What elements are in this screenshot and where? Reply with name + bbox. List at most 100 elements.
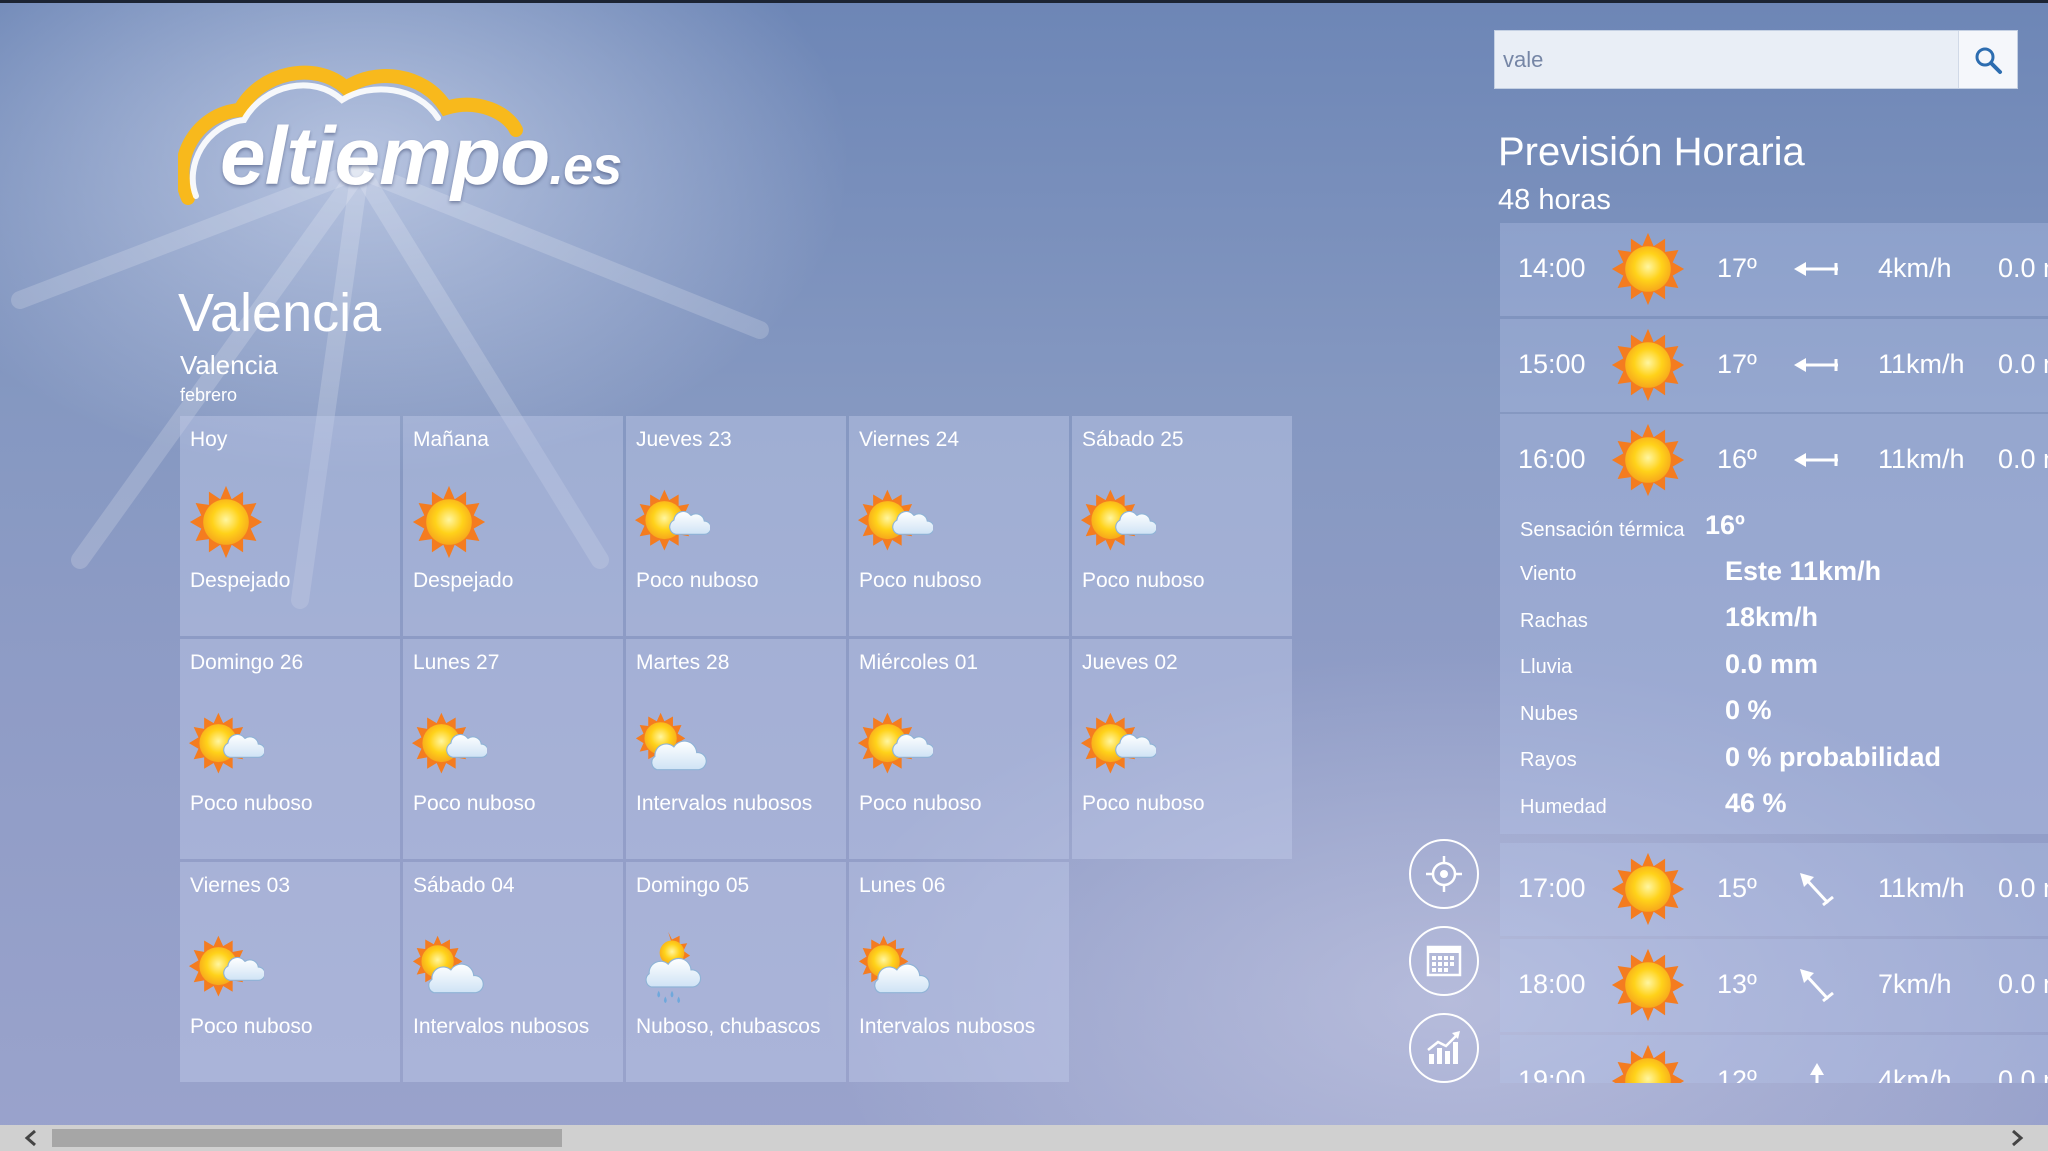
chart-button[interactable]: [1409, 1013, 1479, 1083]
forecast-tile[interactable]: Domingo 05 Nuboso, chubascos: [626, 862, 846, 1082]
hour-rain: 0.0 m: [1998, 253, 2048, 283]
arrow-left-icon: [1794, 262, 1838, 276]
forecast-desc: Despejado: [413, 569, 514, 592]
forecast-day: Sábado 25: [1082, 428, 1184, 451]
forecast-tile[interactable]: Miércoles 01 Poco nuboso: [849, 639, 1069, 859]
hour-wind: 7km/h: [1878, 969, 1952, 999]
forecast-tile[interactable]: Viernes 03 Poco nuboso: [180, 862, 400, 1082]
hourly-row[interactable]: 19:00 12º 4km/h 0.0 m: [1500, 1035, 2048, 1083]
detail-rayos-value: 0 % probabilidad: [1725, 742, 1942, 772]
scroll-right-button[interactable]: [2004, 1125, 2030, 1151]
forecast-day: Mañana: [413, 428, 489, 451]
hour-rain: 0.0 m: [1998, 444, 2048, 474]
detail-lluvia-value: 0.0 mm: [1725, 649, 1819, 679]
calendar-button[interactable]: [1409, 926, 1479, 996]
chart-icon: [1427, 1031, 1460, 1064]
forecast-tile[interactable]: Jueves 23 Poco nuboso: [626, 416, 846, 636]
chevron-left-icon: [24, 1129, 36, 1147]
sun-cloud-icon: [188, 930, 264, 1006]
forecast-tile[interactable]: Martes 28 Intervalos nubosos: [626, 639, 846, 859]
hour-rain: 0.0 m: [1998, 969, 2048, 999]
locate-button[interactable]: [1409, 839, 1479, 909]
hour-wind: 4km/h: [1878, 1065, 1952, 1083]
hourly-title: Previsión Horaria: [1498, 130, 1805, 174]
arrow-left-icon: [1794, 453, 1838, 467]
hour-rain: 0.0 m: [1998, 1065, 2048, 1083]
search-input[interactable]: [1495, 31, 1955, 88]
hourly-row[interactable]: 18:00 13º 7km/h 0.0 m: [1500, 939, 2048, 1032]
sun-cloud-icon: [188, 707, 264, 783]
scrollbar-thumb[interactable]: [52, 1129, 562, 1147]
detail-humedad-value: 46 %: [1725, 788, 1787, 818]
sun-cloud-icon: [634, 484, 710, 560]
forecast-desc: Poco nuboso: [1082, 792, 1205, 815]
crosshair-icon: [1426, 856, 1462, 892]
forecast-desc: Poco nuboso: [1082, 569, 1205, 592]
hour-time: 19:00: [1518, 1065, 1586, 1083]
hourly-row[interactable]: 15:00 17º 11km/h 0.0 m: [1500, 319, 2048, 412]
sun-cloud-icon: [1080, 707, 1156, 783]
forecast-desc: Poco nuboso: [190, 1015, 313, 1038]
forecast-day: Domingo 26: [190, 651, 304, 674]
forecast-desc: Despejado: [190, 569, 291, 592]
location-province: Valencia: [180, 350, 278, 380]
forecast-day: Sábado 04: [413, 874, 515, 897]
search-button[interactable]: [1958, 31, 2017, 88]
forecast-desc: Intervalos nubosos: [413, 1015, 590, 1038]
forecast-day: Domingo 05: [636, 874, 750, 897]
sun-icon: [1610, 422, 1686, 498]
forecast-tile[interactable]: Jueves 02 Poco nuboso: [1072, 639, 1292, 859]
forecast-tile[interactable]: Mañana Despejado: [403, 416, 623, 636]
horizontal-scrollbar[interactable]: [0, 1125, 2048, 1151]
sun-icon: [1610, 851, 1686, 927]
hour-temp: 17º: [1717, 253, 1757, 283]
forecast-tile[interactable]: Sábado 25 Poco nuboso: [1072, 416, 1292, 636]
forecast-desc: Poco nuboso: [413, 792, 536, 815]
hour-time: 18:00: [1518, 969, 1586, 999]
hourly-row-expanded[interactable]: 16:00 16º 11km/h 0.0 m Sensación térmica…: [1500, 414, 2048, 834]
arrow-up-left-icon: [1800, 969, 1834, 1003]
forecast-desc: Poco nuboso: [190, 792, 313, 815]
hourly-subtitle: 48 horas: [1498, 184, 1611, 216]
sun-icon: [411, 484, 487, 560]
sun-icon: [1610, 1043, 1686, 1083]
sun-icon: [188, 484, 264, 560]
forecast-tile[interactable]: Sábado 04 Intervalos nubosos: [403, 862, 623, 1082]
hour-rain: 0.0 m: [1998, 873, 2048, 903]
forecast-day: Jueves 02: [1082, 651, 1178, 674]
detail-rachas-label: Rachas: [1520, 610, 1588, 632]
forecast-desc: Poco nuboso: [636, 569, 759, 592]
forecast-day: Martes 28: [636, 651, 730, 674]
forecast-day: Miércoles 01: [859, 651, 979, 674]
search-icon: [1975, 47, 2002, 74]
hour-temp: 13º: [1717, 969, 1757, 999]
forecast-tile[interactable]: Hoy Despejado: [180, 416, 400, 636]
detail-lluvia-label: Lluvia: [1520, 656, 1573, 678]
hourly-row[interactable]: 14:00 17º 4km/h 0.0 m: [1500, 223, 2048, 316]
forecast-day: Hoy: [190, 428, 228, 451]
detail-nubes-value: 0 %: [1725, 695, 1772, 725]
forecast-day: Jueves 23: [636, 428, 732, 451]
hourly-row[interactable]: 16:00 16º 11km/h 0.0 m: [1500, 414, 2048, 507]
scroll-left-button[interactable]: [18, 1125, 44, 1151]
hourly-row[interactable]: 17:00 15º 11km/h 0.0 m: [1500, 843, 2048, 936]
detail-humedad-label: Humedad: [1520, 796, 1607, 818]
eltiempo-logo: eltiempo.es: [175, 58, 622, 208]
forecast-tile[interactable]: Lunes 06 Intervalos nubosos: [849, 862, 1069, 1082]
hour-time: 15:00: [1518, 349, 1586, 379]
logo-tld: .es: [549, 136, 622, 196]
sun-cloud-icon: [1080, 484, 1156, 560]
hourly-forecast-list[interactable]: 14:00 17º 4km/h 0.0 m 15:00 17º 11km/h 0…: [1500, 223, 2048, 1083]
forecast-desc: Poco nuboso: [859, 569, 982, 592]
hour-time: 17:00: [1518, 873, 1586, 903]
sun-cloud-icon: [857, 484, 933, 560]
arrow-left-icon: [1794, 358, 1838, 372]
arrow-up-icon: [1810, 1063, 1824, 1083]
arrow-up-left-icon: [1800, 873, 1834, 907]
cloud-sun-icon: [411, 930, 487, 1006]
forecast-tile[interactable]: Domingo 26 Poco nuboso: [180, 639, 400, 859]
forecast-tile[interactable]: Lunes 27 Poco nuboso: [403, 639, 623, 859]
forecast-desc: Nuboso, chubascos: [636, 1015, 821, 1038]
forecast-tile[interactable]: Viernes 24 Poco nuboso: [849, 416, 1069, 636]
location-title: Valencia: [178, 283, 382, 343]
